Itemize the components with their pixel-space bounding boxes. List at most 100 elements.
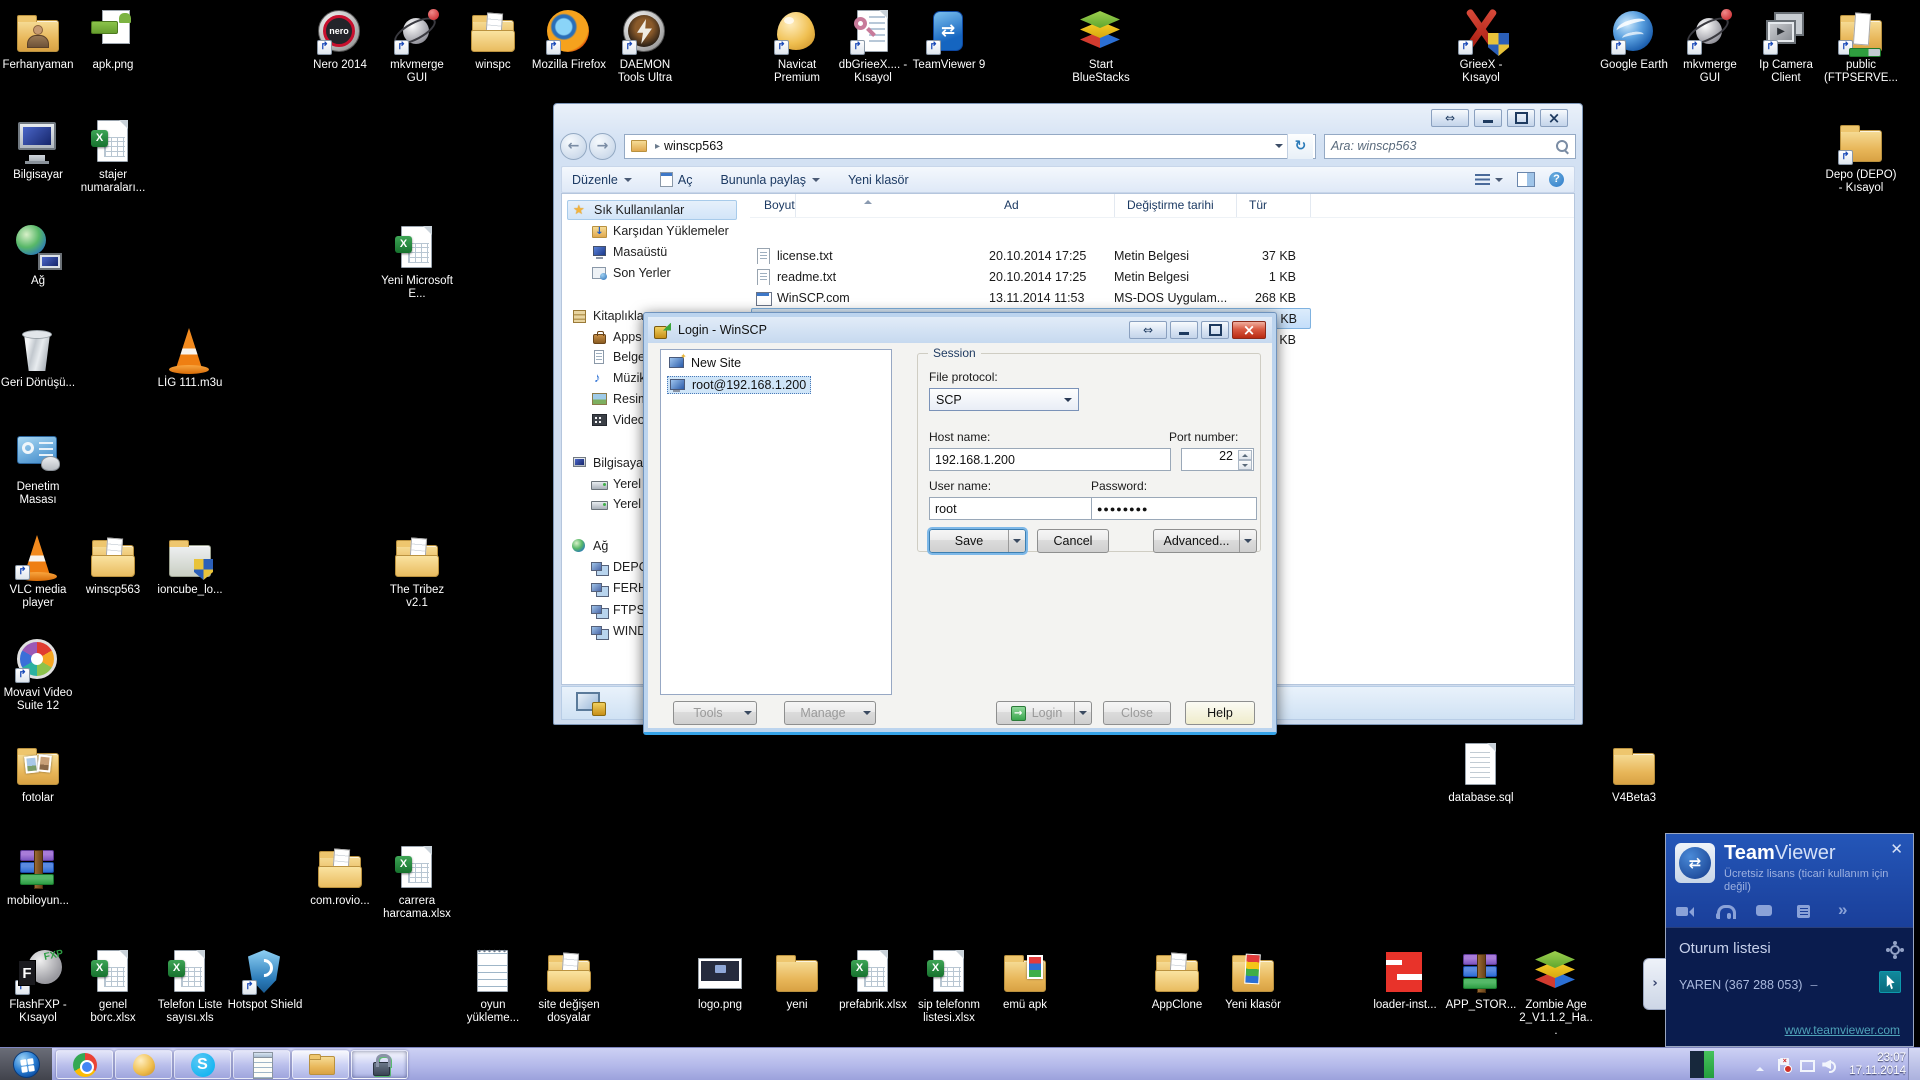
window-button-icon[interactable] <box>1129 321 1167 339</box>
desktop-icon[interactable]: LİG 111.m3u <box>152 326 228 390</box>
taskbar-app-button[interactable] <box>292 1050 349 1079</box>
teamviewer-toolbar-icon[interactable] <box>1836 905 1854 919</box>
manage-dropdown-icon[interactable] <box>858 702 875 724</box>
forward-button[interactable]: → <box>589 133 616 160</box>
desktop-icon[interactable]: Ip Camera Client <box>1748 8 1824 85</box>
desktop-icon[interactable]: Mozilla Firefox <box>531 8 607 72</box>
sidebar-item[interactable]: Sık Kullanılanlar <box>567 200 737 220</box>
toolbar-item[interactable]: Yeni klasör <box>848 173 909 187</box>
help-button[interactable]: Help <box>1185 701 1255 725</box>
desktop-icon[interactable]: Telefon Liste sayısı.xls <box>152 948 228 1025</box>
desktop-icon[interactable]: Nero 2014 <box>302 8 378 72</box>
desktop-icon[interactable]: carrera harcama.xlsx <box>379 844 455 921</box>
column-header[interactable]: Boyut <box>750 194 796 217</box>
save-button[interactable]: Save <box>929 529 1026 553</box>
desktop-icon[interactable]: mobiloyun... <box>0 844 76 908</box>
desktop-icon[interactable]: mkvmerge GUI <box>379 8 455 85</box>
file-row[interactable]: license.txt 20.10.2014 17:25 Metin Belge… <box>751 245 1311 266</box>
desktop-icon[interactable]: The Tribez v2.1 <box>379 533 455 610</box>
remote-control-cursor-icon[interactable] <box>1879 971 1901 993</box>
tools-button[interactable]: Tools <box>673 701 757 725</box>
desktop-icon[interactable]: Ferhanyaman <box>0 8 76 72</box>
desktop-icon[interactable]: Yeni klasör <box>1215 948 1291 1012</box>
site-list[interactable]: New Site root@192.168.1.200 <box>660 349 892 695</box>
window-button-icon[interactable] <box>1474 109 1502 127</box>
session-list-item[interactable]: YAREN (367 288 053) <box>1679 978 1817 992</box>
desktop-icon[interactable]: public (FTPSERVE... <box>1823 8 1899 85</box>
desktop-icon[interactable]: Google Earth <box>1596 8 1672 72</box>
desktop-icon[interactable]: Denetim Masası <box>0 430 76 507</box>
desktop-icon[interactable]: winspc <box>455 8 531 72</box>
port-spinner-icons[interactable] <box>1238 450 1252 470</box>
file-protocol-select[interactable]: SCP <box>929 388 1079 411</box>
desktop-icon[interactable]: prefabrik.xlsx <box>835 948 911 1012</box>
toolbar-right-icon[interactable] <box>1475 174 1503 186</box>
taskbar-app-button[interactable] <box>56 1050 113 1079</box>
desktop-icon[interactable]: winscp563 <box>75 533 151 597</box>
site-list-item[interactable]: root@192.168.1.200 <box>667 376 811 394</box>
desktop-icon[interactable]: ioncube_lo... <box>152 533 228 597</box>
desktop-icon[interactable]: database.sql <box>1443 741 1519 805</box>
desktop-icon[interactable]: yeni <box>759 948 835 1012</box>
save-dropdown-icon[interactable] <box>1008 530 1025 552</box>
advanced-dropdown-icon[interactable] <box>1239 530 1256 552</box>
search-input[interactable]: Ara: winscp563 <box>1324 134 1576 159</box>
desktop-icon[interactable]: AppClone <box>1139 948 1215 1012</box>
dialog-titlebar[interactable]: Login - WinSCP <box>648 317 1272 343</box>
user-name-field[interactable] <box>929 497 1093 520</box>
desktop-icon[interactable]: mkvmerge GUI <box>1672 8 1748 85</box>
window-button-icon[interactable] <box>1170 321 1198 339</box>
taskbar-app-button[interactable] <box>351 1050 408 1079</box>
column-header[interactable]: Ad <box>990 194 1115 217</box>
toolbar-item[interactable]: Düzenle <box>572 173 632 187</box>
window-button-icon[interactable] <box>1232 321 1266 339</box>
teamviewer-toolbar-icon[interactable] <box>1756 905 1774 919</box>
desktop-icon[interactable]: Bilgisayar <box>0 118 76 182</box>
desktop-icon[interactable]: APP_STOR... <box>1443 948 1519 1012</box>
close-button[interactable]: Close <box>1103 701 1171 725</box>
search-icon[interactable] <box>1556 140 1569 153</box>
desktop-icon[interactable]: com.rovio... <box>302 844 378 908</box>
teamviewer-collapse-tab[interactable]: › <box>1643 958 1666 1010</box>
sidebar-item[interactable]: Masaüstü <box>567 242 737 262</box>
desktop-icon[interactable]: Movavi Video Suite 12 <box>0 636 76 713</box>
column-header[interactable]: Tür <box>1237 194 1311 217</box>
breadcrumb-path[interactable]: winscp563 <box>664 139 723 153</box>
desktop-icon[interactable]: FlashFXP - Kısayol <box>0 948 76 1025</box>
desktop-icon[interactable]: GrieeX - Kısayol <box>1443 8 1519 85</box>
desktop-icon[interactable]: Ağ <box>0 224 76 288</box>
window-button-icon[interactable] <box>1507 109 1535 127</box>
teamviewer-close-icon[interactable]: ✕ <box>1890 842 1903 857</box>
desktop-icon[interactable]: oyun yükleme... <box>455 948 531 1025</box>
back-button[interactable]: ← <box>560 133 587 160</box>
desktop-icon[interactable]: Hotspot Shield <box>227 948 303 1012</box>
desktop-icon[interactable]: Geri Dönüşü... <box>0 326 76 390</box>
desktop-icon[interactable]: site değişen dosyalar <box>531 948 607 1025</box>
desktop-icon[interactable]: Depo (DEPO) - Kısayol <box>1823 118 1899 195</box>
taskbar-clock[interactable]: 23:07 17.11.2014 <box>1849 1052 1906 1078</box>
desktop-icon[interactable]: stajer numaraları... <box>75 118 151 195</box>
desktop-icon[interactable]: Yeni Microsoft E... <box>379 224 455 301</box>
host-name-field[interactable] <box>929 448 1171 471</box>
gear-icon[interactable] <box>1887 942 1899 954</box>
desktop-icon[interactable]: VLC media player <box>0 533 76 610</box>
desktop-icon[interactable]: fotolar <box>0 741 76 805</box>
desktop-icon[interactable]: dbGrieeX.... - Kısayol <box>835 8 911 85</box>
window-button-icon[interactable] <box>1201 321 1229 339</box>
taskbar-app-button[interactable] <box>115 1050 172 1079</box>
login-dropdown-icon[interactable] <box>1074 702 1091 724</box>
taskbar-app-button[interactable] <box>233 1050 290 1079</box>
desktop-icon[interactable]: emü apk <box>987 948 1063 1012</box>
toolbar-right-icon[interactable] <box>1517 172 1535 187</box>
desktop-icon[interactable]: sip telefonm listesi.xlsx <box>911 948 987 1025</box>
desktop-icon[interactable]: logo.png <box>682 948 758 1012</box>
desktop-icon[interactable]: apk.png <box>75 8 151 72</box>
desktop-icon[interactable]: Zombie Age 2_V1.1.2_Ha... <box>1518 948 1594 1038</box>
teamviewer-toolbar-icon[interactable] <box>1716 905 1734 919</box>
teamviewer-toolbar-icon[interactable] <box>1676 905 1694 919</box>
tray-icon[interactable] <box>1799 1058 1813 1072</box>
toolbar-item[interactable]: Bununla paylaş <box>720 173 819 187</box>
window-button-icon[interactable] <box>1431 109 1469 127</box>
address-dropdown-icon[interactable] <box>1275 144 1283 152</box>
taskbar-app-button[interactable] <box>174 1050 231 1079</box>
